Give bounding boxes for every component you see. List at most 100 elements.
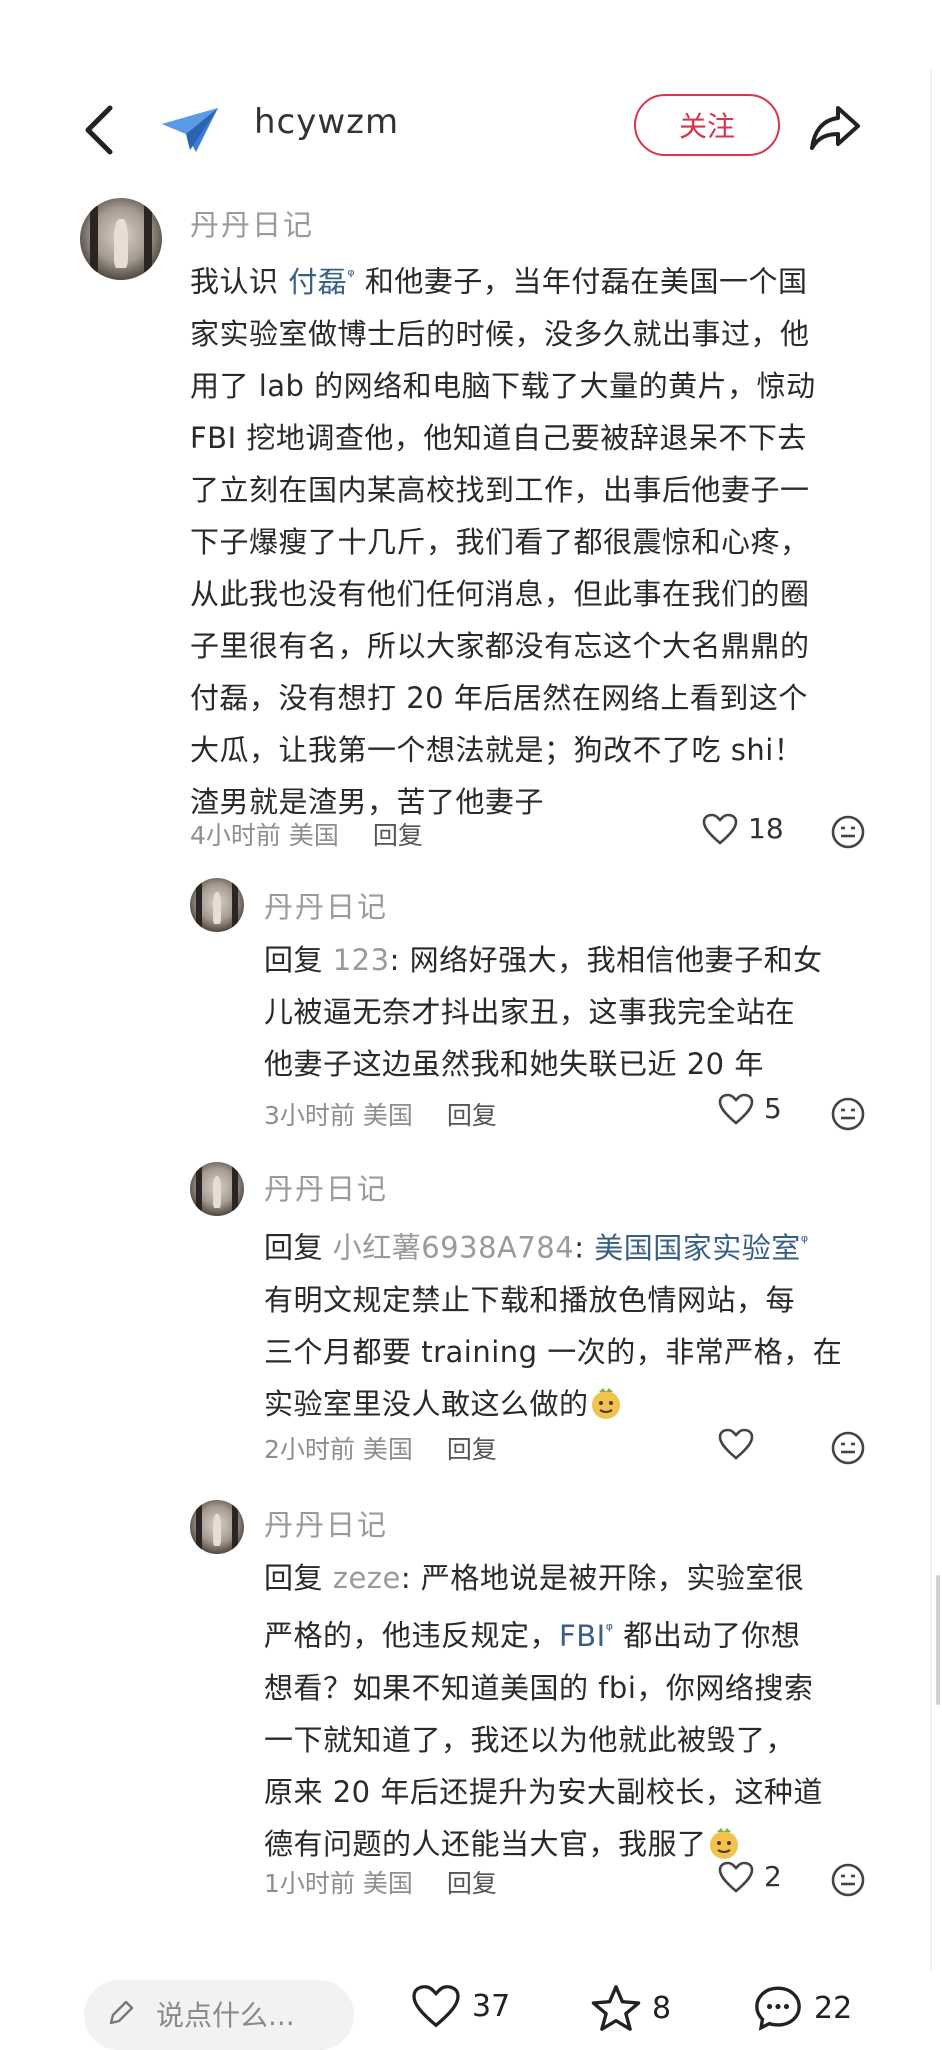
author-username[interactable]: hcywzm [254, 102, 399, 142]
commenter-avatar[interactable] [80, 198, 162, 280]
comment-location: 美国 [362, 1101, 413, 1130]
like-count: 2 [764, 1860, 782, 1893]
like-button[interactable]: 18 [702, 812, 784, 845]
chevron-left-icon [85, 105, 113, 155]
comment-line: 想看？如果不知道美国的 fbi，你网络搜索 [264, 1670, 814, 1705]
reply-to-user[interactable]: zeze [333, 1561, 401, 1595]
scrollbar[interactable] [936, 1575, 940, 1705]
comment-line: 从此我也没有他们任何消息，但此事在我们的圈 [190, 576, 810, 611]
comment-line: 有明文规定禁止下载和播放色情网站，每 [264, 1282, 796, 1317]
comment-time: 3小时前 [264, 1101, 355, 1130]
paper-plane-icon [162, 108, 218, 152]
emoji-reaction-icon[interactable] [830, 814, 866, 850]
heart-icon [412, 1985, 460, 2028]
comment-meta: 2小时前 美国 回复 [264, 1430, 505, 1466]
comment-meta: 1小时前 美国 回复 [264, 1864, 505, 1900]
topic-link[interactable]: FBIᵠ [559, 1619, 614, 1653]
reply-button[interactable]: 回复 [373, 821, 423, 850]
commenter-name[interactable]: 丹丹日记 [190, 202, 314, 244]
search-icon: ᵠ [605, 1619, 614, 1640]
reply-button[interactable]: 回复 [447, 1869, 497, 1898]
comment-line: 儿被逼无奈才抖出家丑，这事我完全站在 [264, 995, 796, 1029]
comment-time: 4小时前 [190, 821, 281, 850]
post-favorite-button[interactable]: 8 [590, 1984, 671, 2032]
bottom-action-bar: 说点什么... 37 8 22 [0, 1972, 942, 2050]
commenter-name[interactable]: 丹丹日记 [264, 1502, 388, 1544]
avatar-detail [196, 1505, 202, 1549]
avatar-detail [232, 1167, 238, 1211]
comment-body: 回复 123: 网络好强大，我相信他妻子和女 儿被逼无奈才抖出家丑，这事我完全站… [264, 934, 823, 1090]
comment-line: 子里很有名，所以大家都没有忘这个大名鼎鼎的 [190, 628, 810, 663]
commenter-avatar[interactable] [190, 1500, 244, 1554]
avatar-detail [143, 206, 153, 272]
smirk-emoji-icon [709, 1827, 738, 1859]
comment-line: 付磊，没有想打 20 年后居然在网络上看到这个 [190, 680, 808, 715]
avatar[interactable] [160, 104, 220, 156]
avatar-detail [196, 883, 202, 927]
comment-line: 他妻子这边虽然我和她失联已近 20 年 [264, 1047, 764, 1081]
star-icon [591, 1985, 641, 2031]
comment-location: 美国 [288, 821, 339, 850]
comment-body: 我认识 付磊ᵠ 和他妻子，当年付磊在美国一个国 家实验室做博士后的时候，没多久就… [190, 250, 816, 828]
comment-line: 实验室里没人敢这么做的 [264, 1378, 842, 1430]
reply-to-user[interactable]: 123 [333, 943, 390, 977]
post-comment-button[interactable]: 22 [752, 1984, 852, 2032]
comment-body: 回复 小红薯6938A784: 美国国家实验室ᵠ 有明文规定禁止下载和播放色情网… [264, 1216, 842, 1430]
search-icon: ᵠ [800, 1231, 809, 1252]
like-button[interactable]: 2 [718, 1860, 782, 1893]
heart-icon [718, 1861, 754, 1893]
comment-location: 美国 [362, 1869, 413, 1898]
comment-line: FBI 挖地调查他，他知道自己要被辞退呆不下去 [190, 420, 807, 455]
commenter-avatar[interactable] [190, 878, 244, 932]
heart-icon [702, 813, 738, 845]
reply-to-user[interactable]: 小红薯6938A784 [333, 1231, 575, 1265]
post-like-count: 37 [472, 1988, 511, 2024]
avatar-detail [232, 883, 238, 927]
reply-button[interactable]: 回复 [447, 1435, 497, 1464]
comment-time: 2小时前 [264, 1435, 355, 1464]
comment-location: 美国 [362, 1435, 413, 1464]
comment-line: 严格的，他违反规定，FBIᵠ 都出动了你想 [264, 1618, 801, 1653]
emoji-reaction-icon[interactable] [830, 1096, 866, 1132]
smirk-emoji-icon [591, 1387, 620, 1419]
heart-icon [718, 1093, 754, 1125]
comment-input[interactable]: 说点什么... [84, 1980, 354, 2050]
topic-link[interactable]: 美国国家实验室ᵠ [594, 1231, 809, 1265]
follow-button[interactable]: 关注 [634, 94, 780, 156]
comment-meta: 3小时前 美国 回复 [264, 1096, 505, 1132]
commenter-name[interactable]: 丹丹日记 [264, 1166, 388, 1208]
emoji-reaction-icon[interactable] [830, 1862, 866, 1898]
comment-line: 一下就知道了，我还以为他就此被毁了， [264, 1722, 796, 1757]
comment-line: 回复 zeze: 严格地说是被开除，实验室很 [264, 1561, 805, 1595]
comment-line: 原来 20 年后还提升为安大副校长，这种道 [264, 1774, 823, 1809]
share-icon [810, 106, 860, 150]
comment-line: 用了 lab 的网络和电脑下载了大量的黄片，惊动 [190, 368, 816, 403]
share-button[interactable] [808, 102, 862, 152]
post-comment-count: 22 [814, 1990, 853, 2026]
comment-line: 回复 123: 网络好强大，我相信他妻子和女 [264, 943, 823, 977]
commenter-avatar[interactable] [190, 1162, 244, 1216]
commenter-name[interactable]: 丹丹日记 [264, 884, 388, 926]
post-like-button[interactable]: 37 [410, 1984, 510, 2028]
avatar-detail [196, 1167, 202, 1211]
like-button[interactable]: 5 [718, 1092, 782, 1125]
avatar-figure [212, 891, 222, 924]
comment-time: 1小时前 [264, 1869, 355, 1898]
back-button[interactable] [80, 100, 120, 160]
emoji-reaction-icon[interactable] [830, 1430, 866, 1466]
like-button[interactable] [718, 1428, 764, 1460]
avatar-figure [212, 1175, 222, 1208]
post-favorite-count: 8 [652, 1990, 672, 2026]
avatar-detail [89, 206, 99, 272]
comment-meta: 4小时前 美国 回复 [190, 816, 431, 852]
comment-line: 我认识 付磊ᵠ 和他妻子，当年付磊在美国一个国 [190, 264, 808, 299]
comment-body: 回复 zeze: 严格地说是被开除，实验室很 严格的，他违反规定，FBIᵠ 都出… [264, 1552, 823, 1870]
pencil-icon [109, 2000, 134, 2025]
comment-line: 家实验室做博士后的时候，没多久就出事过，他 [190, 316, 810, 351]
reply-button[interactable]: 回复 [447, 1101, 497, 1130]
like-count: 18 [748, 812, 784, 845]
topic-link[interactable]: 付磊ᵠ [288, 265, 355, 299]
avatar-detail [232, 1505, 238, 1549]
comment-line: 了立刻在国内某高校找到工作，出事后他妻子一 [190, 472, 810, 507]
top-nav-bar: hcywzm 关注 [0, 60, 942, 190]
